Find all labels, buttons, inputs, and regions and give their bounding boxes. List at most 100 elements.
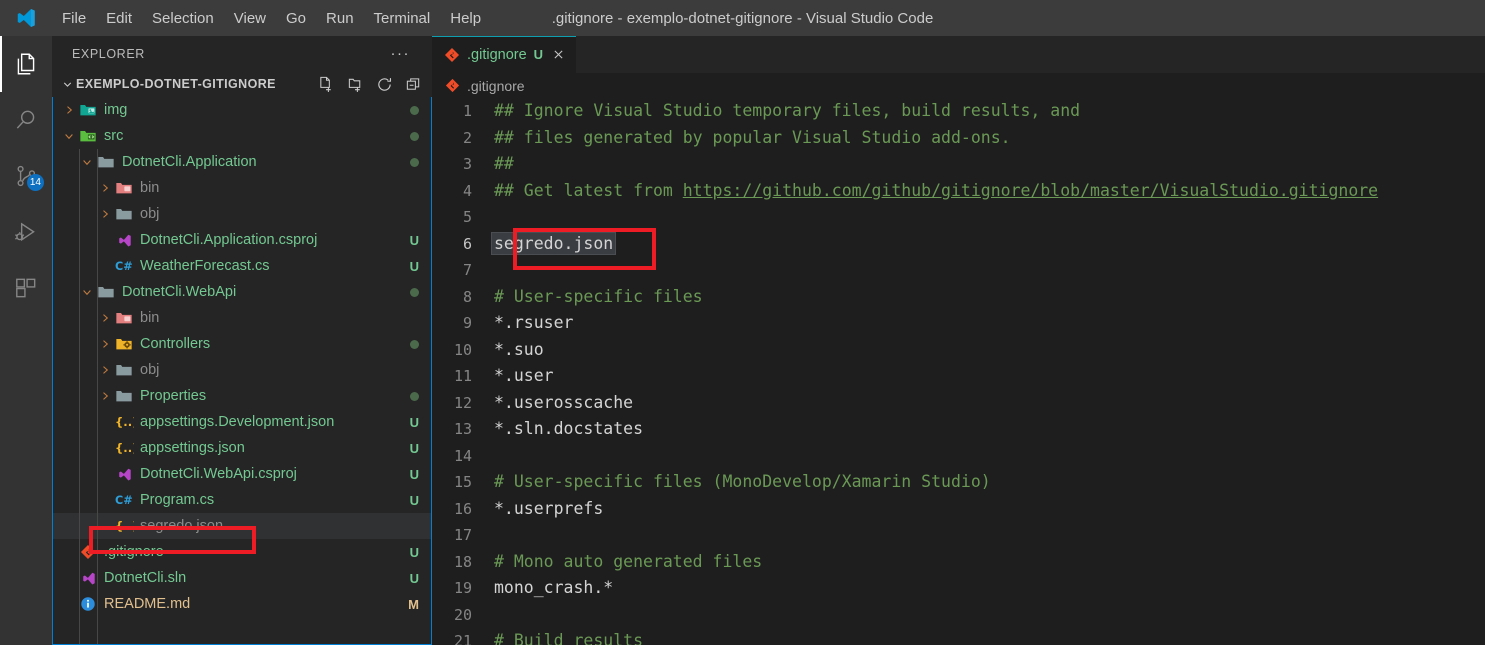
activity-item-run-and-debug[interactable] (0, 204, 52, 260)
collapse-all-icon[interactable] (405, 76, 422, 93)
code-line-text: ## Get latest from https://github.com/gi… (494, 178, 1378, 205)
menu-terminal[interactable]: Terminal (364, 6, 441, 31)
activity-item-search[interactable] (0, 92, 52, 148)
chevron-right-icon[interactable] (97, 364, 113, 376)
code-line[interactable]: 11 *.user (432, 363, 1485, 390)
tree-item-dotnetcli-webapi[interactable]: DotnetCli.WebApi (53, 279, 431, 305)
chevron-right-icon[interactable] (97, 312, 113, 324)
folder-section-header[interactable]: EXEMPLO-DOTNET-GITIGNORE (52, 71, 432, 97)
new-file-icon[interactable] (318, 76, 335, 93)
chevron-right-icon[interactable] (61, 104, 77, 116)
chevron-down-icon (58, 78, 76, 91)
menu-bar[interactable]: File Edit Selection View Go Run Terminal… (52, 6, 491, 31)
git-icon (444, 47, 460, 63)
code-line[interactable]: 4 ## Get latest from https://github.com/g… (432, 178, 1485, 205)
menu-view[interactable]: View (224, 6, 276, 31)
activity-item-explorer[interactable] (0, 36, 52, 92)
code-editor[interactable]: 1 ## Ignore Visual Studio temporary files… (432, 98, 1485, 645)
code-line[interactable]: 7 (432, 257, 1485, 284)
tree-item-dotnetcli-application[interactable]: DotnetCli.Application (53, 149, 431, 175)
code-line[interactable]: 1 ## Ignore Visual Studio temporary files… (432, 98, 1485, 125)
breadcrumb[interactable]: .gitignore (432, 73, 1485, 98)
menu-run[interactable]: Run (316, 6, 364, 31)
visualstudio-icon (113, 232, 135, 249)
activity-bar: 14 (0, 36, 52, 645)
tree-item-dotnetcli-webapi-csproj[interactable]: DotnetCli.WebApi.csproj U (53, 461, 431, 487)
activity-item-source-control[interactable]: 14 (0, 148, 52, 204)
code-line[interactable]: 10 *.suo (432, 337, 1485, 364)
tree-item-src[interactable]: src (53, 123, 431, 149)
activity-item-extensions[interactable] (0, 260, 52, 316)
code-token: mono_crash.* (494, 578, 614, 597)
info-icon (77, 596, 99, 612)
chevron-right-icon[interactable] (97, 208, 113, 220)
code-line[interactable]: 5 (432, 204, 1485, 231)
git-status-badge: U (409, 440, 419, 456)
menu-help[interactable]: Help (440, 6, 491, 31)
chevron-right-icon[interactable] (97, 390, 113, 402)
code-line[interactable]: 17 (432, 522, 1485, 549)
tree-item-label: README.md (104, 596, 191, 612)
chevron-down-icon[interactable] (79, 156, 95, 168)
tree-item-label: bin (140, 180, 160, 196)
code-line[interactable]: 8 # User-specific files (432, 284, 1485, 311)
tab-label: .gitignore (467, 46, 527, 63)
editor-group: .gitignore U .gitignore 1 ## Ignore Visu… (432, 36, 1485, 645)
chevron-right-icon[interactable] (97, 182, 113, 194)
code-line[interactable]: 20 (432, 602, 1485, 629)
run-debug-icon (13, 219, 39, 245)
code-line[interactable]: 14 (432, 443, 1485, 470)
tree-item-img[interactable]: img (53, 97, 431, 123)
code-line[interactable]: 19 mono_crash.* (432, 575, 1485, 602)
tree-item-bin[interactable]: bin (53, 175, 431, 201)
code-link[interactable]: https://github.com/github/gitignore/blob… (683, 181, 1378, 200)
more-actions-icon[interactable]: ··· (387, 45, 415, 62)
code-line-text: *.rsuser (494, 310, 573, 337)
menu-file[interactable]: File (52, 6, 96, 31)
line-number: 2 (462, 128, 472, 147)
chevron-down-icon[interactable] (61, 130, 77, 142)
tree-item-segredo-json[interactable]: {..} segredo.json (53, 513, 431, 539)
tree-item-program-cs[interactable]: C# Program.cs U (53, 487, 431, 513)
menu-selection[interactable]: Selection (142, 6, 224, 31)
tree-item-controllers[interactable]: Controllers (53, 331, 431, 357)
tree-item-appsettings-development-json[interactable]: {..} appsettings.Development.json U (53, 409, 431, 435)
tree-item-appsettings-json[interactable]: {..} appsettings.json U (53, 435, 431, 461)
code-line[interactable]: 13 *.sln.docstates (432, 416, 1485, 443)
code-line[interactable]: 3 ## (432, 151, 1485, 178)
tree-item-readme-md[interactable]: README.md M (53, 591, 431, 617)
tree-item-label: bin (140, 310, 160, 326)
menu-go[interactable]: Go (276, 6, 316, 31)
code-line-text: ## Ignore Visual Studio temporary files,… (494, 98, 1080, 125)
git-status-badge: M (408, 596, 419, 612)
tree-item-dotnetcli-application-csproj[interactable]: DotnetCli.Application.csproj U (53, 227, 431, 253)
code-line[interactable]: 18 # Mono auto generated files (432, 549, 1485, 576)
git-icon (445, 78, 460, 93)
chevron-down-icon[interactable] (79, 286, 95, 298)
tree-item-dotnetcli-sln[interactable]: DotnetCli.sln U (53, 565, 431, 591)
code-line[interactable]: 15 # User-specific files (MonoDevelop/Xam… (432, 469, 1485, 496)
tree-item-bin[interactable]: bin (53, 305, 431, 331)
code-line[interactable]: 2 ## files generated by popular Visual St… (432, 125, 1485, 152)
code-line[interactable]: 12 *.userosscache (432, 390, 1485, 417)
menu-edit[interactable]: Edit (96, 6, 142, 31)
tab-gitignore[interactable]: .gitignore U (432, 36, 578, 73)
tree-item-weatherforecast-cs[interactable]: C# WeatherForecast.cs U (53, 253, 431, 279)
tree-item-gitignore[interactable]: .gitignore U (53, 539, 431, 565)
code-line[interactable]: 6 segredo.json (432, 231, 1485, 258)
folder-controllers-icon (113, 335, 135, 353)
tree-item-obj[interactable]: obj (53, 357, 431, 383)
code-token: ## Get latest from (494, 180, 683, 200)
code-line[interactable]: 16 *.userprefs (432, 496, 1485, 523)
chevron-right-icon[interactable] (97, 338, 113, 350)
code-line[interactable]: 21 # Build results (432, 628, 1485, 645)
refresh-icon[interactable] (376, 76, 393, 93)
line-number: 5 (462, 208, 472, 226)
tree-item-obj[interactable]: obj (53, 201, 431, 227)
breadcrumb-item-file[interactable]: .gitignore (467, 78, 525, 94)
tree-item-properties[interactable]: Properties (53, 383, 431, 409)
file-tree[interactable]: img src DotnetCli.Application bin obj DotnetC… (52, 97, 432, 645)
code-line[interactable]: 9 *.rsuser (432, 310, 1485, 337)
close-icon[interactable] (552, 48, 565, 61)
new-folder-icon[interactable] (347, 76, 364, 93)
